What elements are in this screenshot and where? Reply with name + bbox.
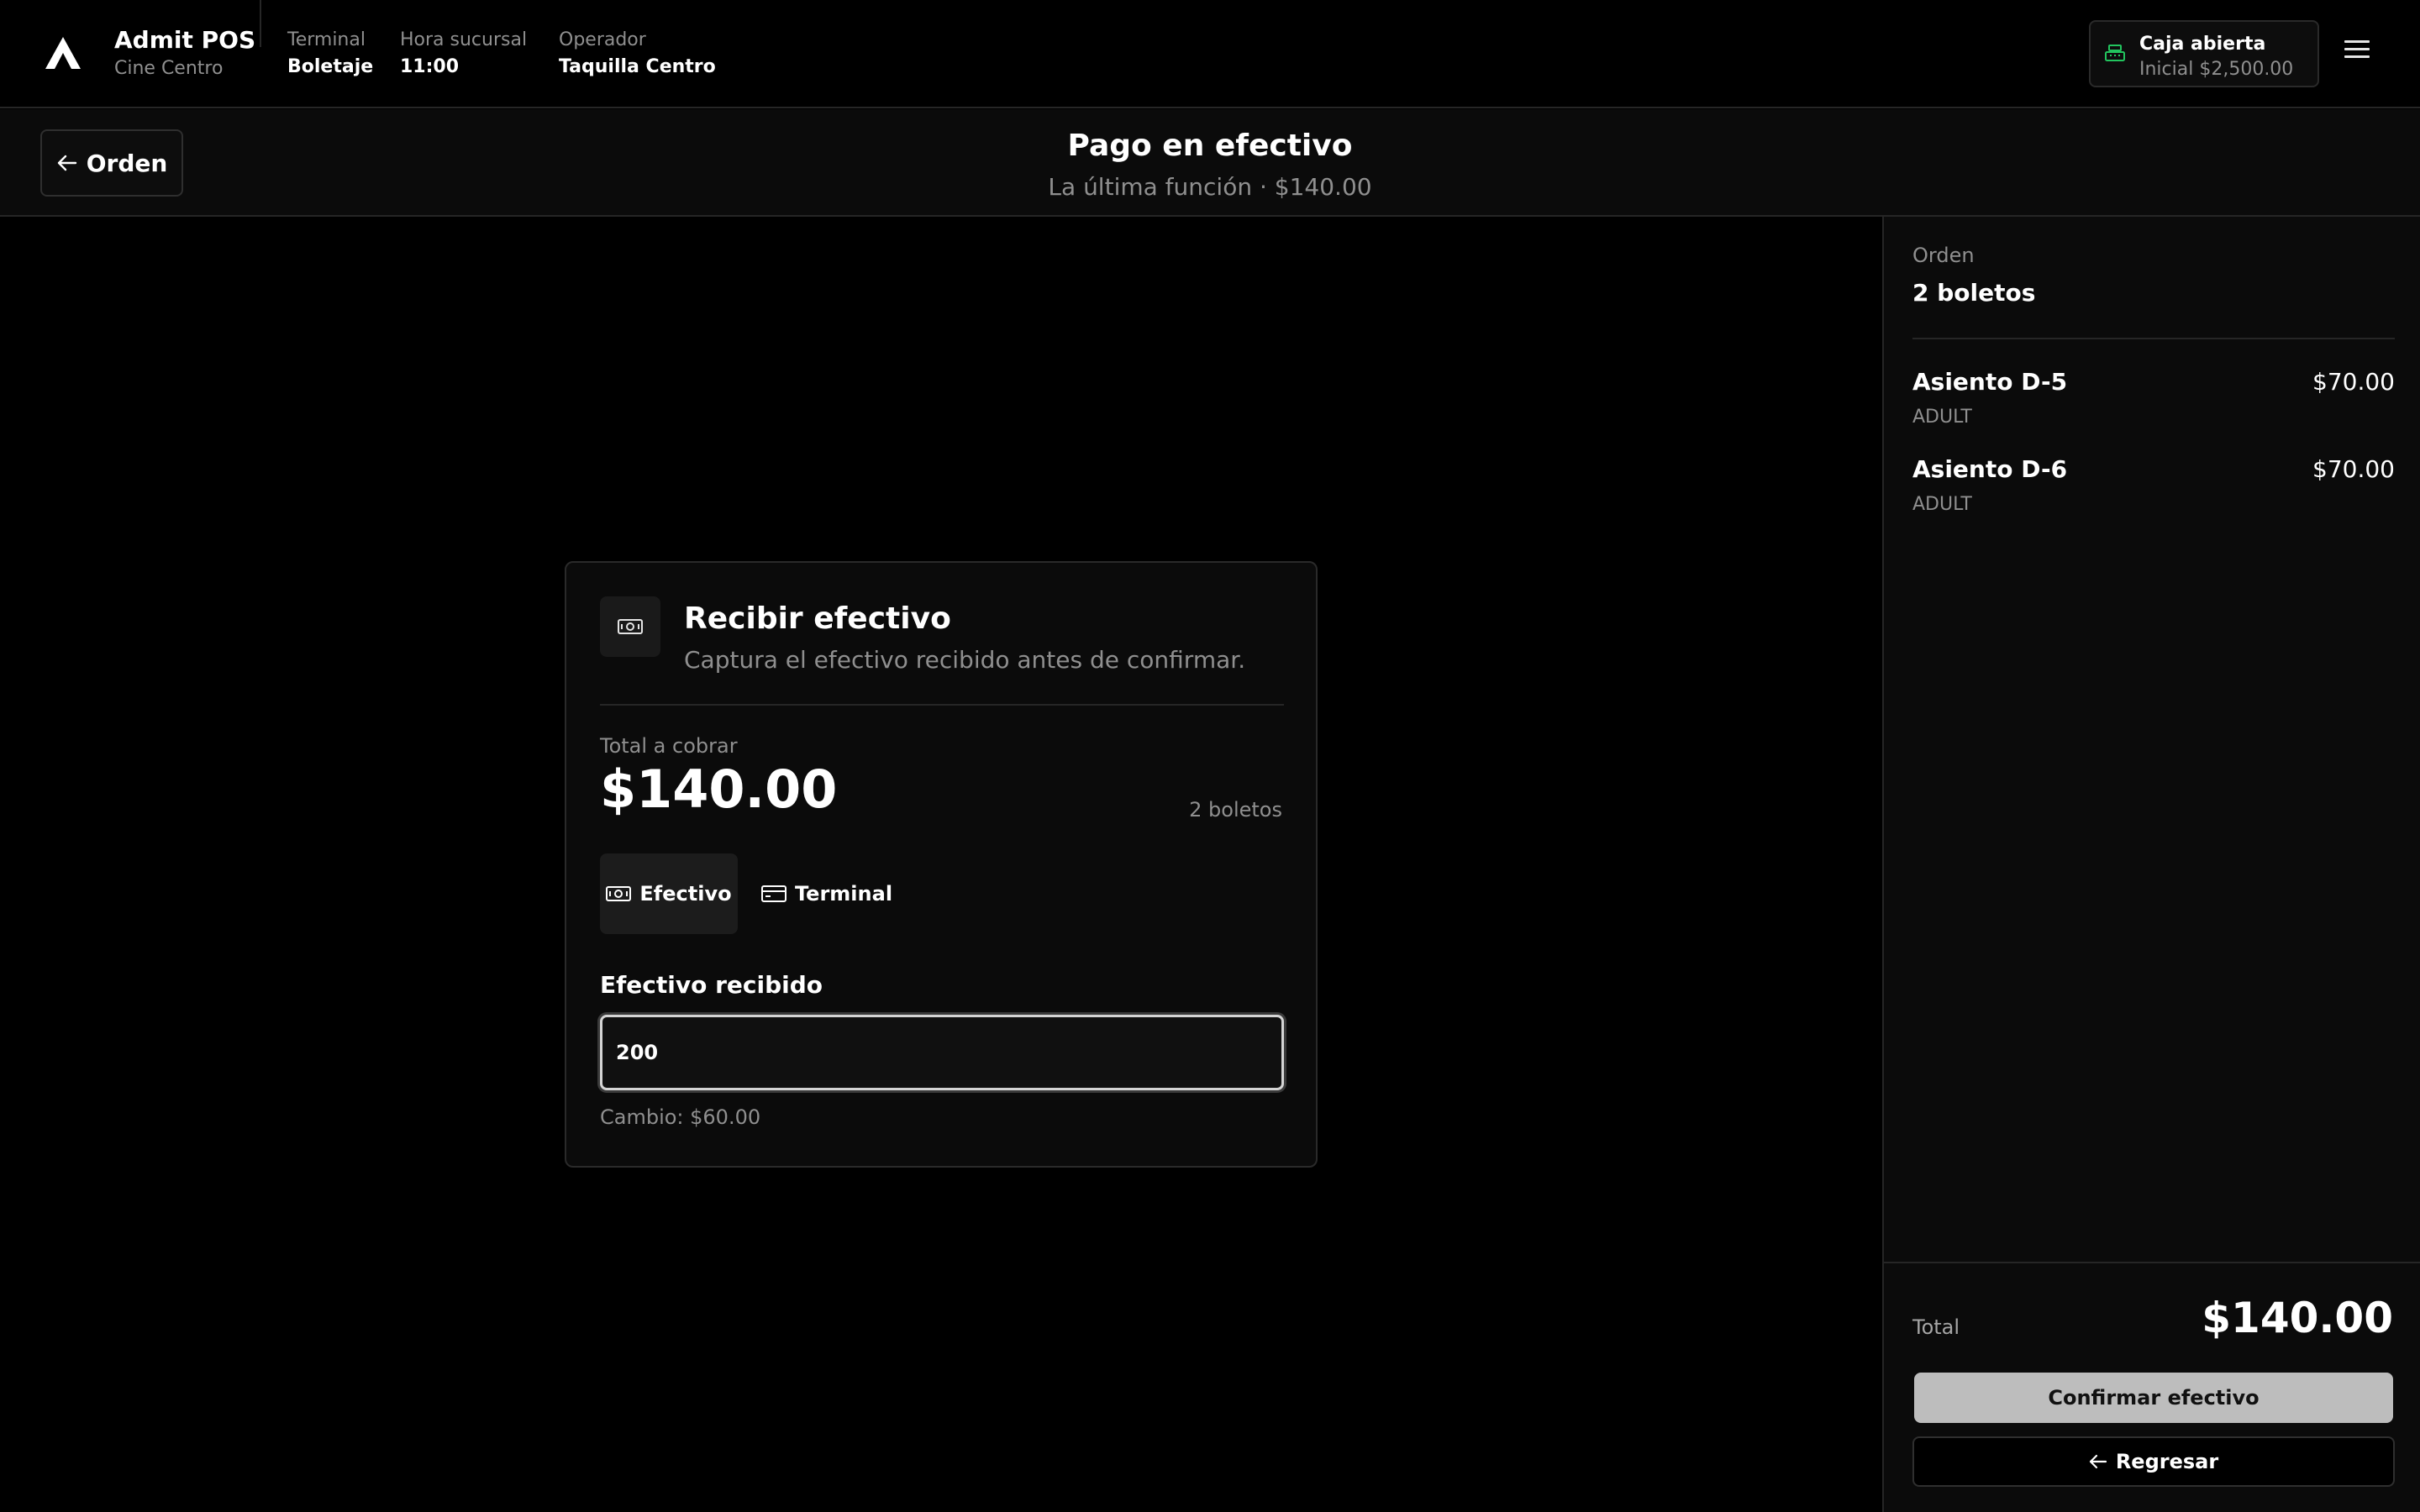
seat-label: Asiento D-6 — [1912, 455, 2068, 483]
meta-terminal: Terminal Boletaje — [287, 27, 373, 81]
order-total-label: Total — [1912, 1315, 1960, 1339]
change-due-text: Cambio: $60.00 — [600, 1105, 761, 1129]
order-line-item: Asiento D-5 $70.00 ADULT — [1912, 366, 2395, 442]
order-label: Orden — [1912, 244, 1975, 267]
return-button[interactable]: Regresar — [1912, 1436, 2395, 1487]
order-line-item: Asiento D-6 $70.00 ADULT — [1912, 454, 2395, 529]
cash-payment-card: Recibir efectivo Captura el efectivo rec… — [565, 561, 1318, 1168]
app-logo-icon — [45, 37, 81, 69]
app-name: Admit POS — [114, 26, 256, 54]
payment-method-label: Efectivo — [639, 882, 732, 906]
divider — [260, 0, 261, 47]
register-icon — [2105, 45, 2125, 61]
hamburger-menu-icon[interactable] — [2344, 40, 2370, 66]
top-bar: Admit POS Cine Centro Terminal Boletaje … — [0, 0, 2420, 108]
order-total-value: $140.00 — [2202, 1294, 2393, 1342]
page-title: Pago en efectivo — [1067, 129, 1353, 163]
brand: Admit POS Cine Centro — [114, 25, 255, 82]
seat-price: $70.00 — [2312, 455, 2395, 483]
branch-name: Cine Centro — [114, 58, 224, 79]
meta-operator: Operador Taquilla Centro — [559, 27, 716, 81]
total-due-label: Total a cobrar — [600, 734, 738, 758]
meta-value: 11:00 — [400, 56, 460, 77]
meta-label: Hora sucursal — [400, 29, 528, 50]
total-due-value: $140.00 — [600, 759, 838, 820]
confirm-cash-button[interactable]: Confirmar efectivo — [1914, 1373, 2393, 1423]
meta-value: Taquilla Centro — [559, 56, 716, 77]
card-icon — [761, 885, 786, 902]
cash-received-input[interactable] — [600, 1015, 1284, 1090]
payment-method-label: Terminal — [795, 882, 893, 906]
ticket-type: ADULT — [1912, 494, 1972, 515]
seat-label: Asiento D-5 — [1912, 368, 2068, 396]
card-title: Recibir efectivo — [684, 601, 951, 636]
meta-value: Boletaje — [287, 56, 374, 77]
arrow-left-icon — [2089, 1454, 2107, 1469]
meta-label: Terminal — [287, 29, 366, 50]
cash-status-detail: Inicial $2,500.00 — [2139, 59, 2294, 80]
seat-price: $70.00 — [2312, 368, 2395, 396]
divider — [600, 704, 1284, 706]
divider — [1912, 338, 2395, 339]
cash-icon — [606, 886, 632, 901]
card-subtitle: Captura el efectivo recibido antes de co… — [684, 646, 1246, 674]
ticket-type: ADULT — [1912, 407, 1972, 428]
cash-register-status-button[interactable]: Caja abierta Inicial $2,500.00 — [2089, 20, 2319, 87]
divider — [1884, 1262, 2420, 1263]
meta-branch-time: Hora sucursal 11:00 — [400, 27, 527, 81]
return-button-label: Regresar — [2115, 1450, 2219, 1473]
page-subtitle: La última función · $140.00 — [1048, 173, 1372, 201]
meta-label: Operador — [559, 29, 646, 50]
cash-received-label: Efectivo recibido — [600, 971, 823, 999]
order-ticket-count: 2 boletos — [1912, 279, 2036, 307]
payment-method-terminal-tab[interactable]: Terminal — [761, 853, 896, 934]
page-header: Orden Pago en efectivo La última función… — [0, 109, 2420, 217]
order-summary-panel: Orden 2 boletos Asiento D-5 $70.00 ADULT… — [1882, 217, 2420, 1512]
cash-icon — [600, 596, 660, 657]
ticket-count: 2 boletos — [1189, 798, 1282, 822]
cash-status-title: Caja abierta — [2139, 34, 2266, 55]
payment-method-cash-tab[interactable]: Efectivo — [600, 853, 738, 934]
